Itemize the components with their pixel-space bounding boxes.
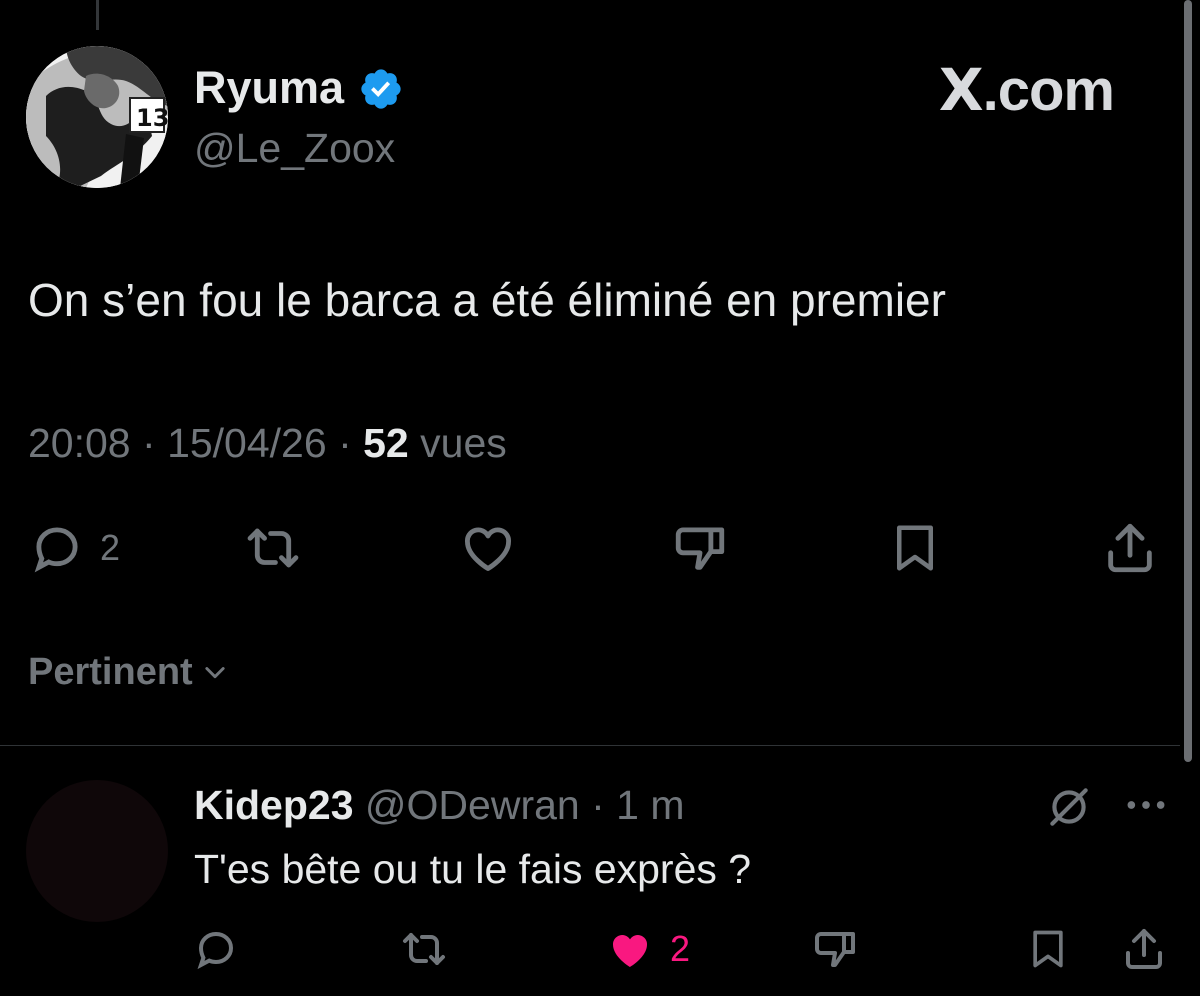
author-handle[interactable]: @Le_Zoox [194, 124, 395, 172]
post-action-bar: 2 [0, 518, 1200, 578]
share-icon [1108, 523, 1152, 573]
reply-time: 1 m [616, 782, 685, 828]
reply-dislike-button[interactable] [810, 922, 860, 976]
like-filled-icon [612, 935, 648, 967]
reply-text: T'es bête ou tu le fais exprès ? [194, 846, 752, 892]
sort-label: Pertinent [28, 651, 193, 693]
reply-share-button[interactable] [1120, 922, 1168, 976]
reply-avatar[interactable] [26, 780, 168, 922]
reply-like-count: 2 [670, 928, 691, 969]
reply-author-handle[interactable]: @ODewran [365, 782, 580, 828]
meta-separator: · [142, 420, 168, 466]
post-meta: 20:08 · 15/04/26 · 52 vues [28, 418, 507, 468]
reply-author-name[interactable]: Kidep23 [194, 782, 354, 828]
reply-repost-button[interactable] [398, 922, 450, 976]
views-label: vues [420, 420, 507, 466]
dislike-icon [675, 527, 725, 570]
verified-badge-icon [361, 69, 401, 109]
thread-line [96, 0, 99, 30]
share-icon [1126, 929, 1162, 969]
mute-icon[interactable] [1044, 782, 1094, 832]
dislike-icon [815, 932, 855, 967]
post-time: 20:08 [28, 420, 131, 466]
reply-bookmark-button[interactable] [1026, 922, 1070, 976]
author-avatar[interactable]: 13 [26, 46, 168, 188]
brand-domain: .com [982, 58, 1115, 123]
reply-button[interactable]: 2 [28, 518, 120, 578]
reply-like-button[interactable]: 2 [604, 922, 690, 976]
reply-reply-button[interactable] [192, 922, 240, 976]
divider [0, 745, 1180, 746]
chevron-down-icon [205, 667, 225, 679]
views-count[interactable]: 52 [363, 420, 409, 466]
meta-separator: · [579, 782, 617, 828]
reply-icon [34, 527, 78, 573]
bookmark-icon [1033, 930, 1063, 968]
share-button[interactable] [1100, 518, 1160, 578]
like-icon [465, 527, 511, 571]
bookmark-button[interactable] [888, 518, 942, 578]
repost-button[interactable] [242, 518, 304, 578]
reply-action-bar: 2 [0, 922, 1200, 976]
author-name[interactable]: Ryuma [194, 62, 344, 114]
post-date: 15/04/26 [167, 420, 327, 466]
sort-dropdown[interactable]: Pertinent [28, 648, 229, 696]
dislike-button[interactable] [670, 518, 730, 578]
repost-icon [403, 933, 445, 965]
bookmark-icon [897, 525, 933, 571]
reply-header: Kidep23 @ODewran · 1 m [194, 780, 685, 830]
repost-icon [247, 528, 299, 568]
svg-text:13: 13 [136, 104, 168, 132]
post-text: On s’en fou le barca a été éliminé en pr… [28, 274, 946, 326]
x-logo-letter: X [938, 56, 984, 124]
meta-separator: · [338, 420, 364, 466]
reply-count: 2 [100, 527, 121, 568]
brand-watermark: X.com [938, 56, 1115, 124]
reply-icon [197, 931, 234, 970]
more-icon[interactable] [1124, 790, 1168, 820]
like-button[interactable] [458, 518, 518, 578]
scrollbar[interactable] [1184, 0, 1192, 762]
